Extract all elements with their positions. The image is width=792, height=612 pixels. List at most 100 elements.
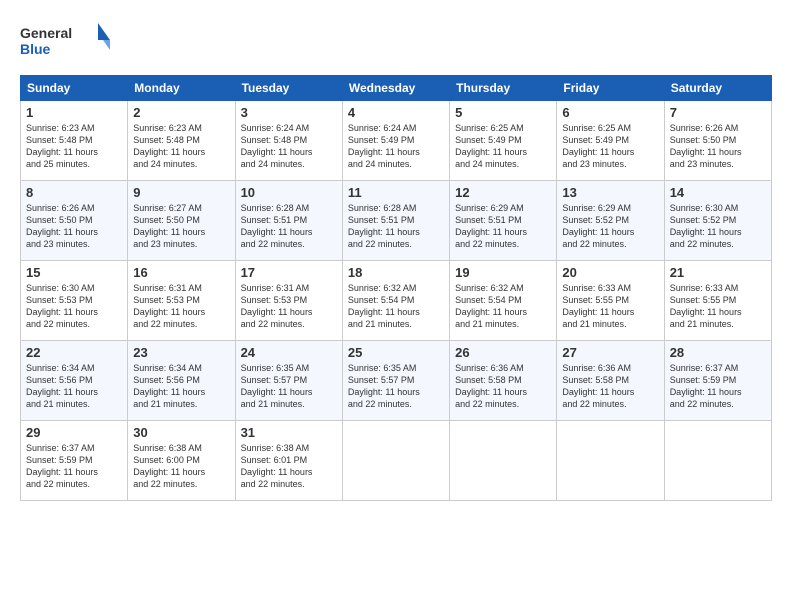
- day-number: 11: [348, 185, 444, 200]
- day-number: 23: [133, 345, 229, 360]
- calendar-cell: 10 Sunrise: 6:28 AM Sunset: 5:51 PM Dayli…: [235, 181, 342, 261]
- calendar-cell: 3Sunrise: 6:24 AM Sunset: 5:48 PM Daylig…: [235, 101, 342, 181]
- page-container: General Blue SundayMondayTuesdayWednesda…: [0, 0, 792, 612]
- day-number: 26: [455, 345, 551, 360]
- calendar-cell: [450, 421, 557, 501]
- calendar-cell: 22Sunrise: 6:34 AM Sunset: 5:56 PM Dayli…: [21, 341, 128, 421]
- day-info: Sunrise: 6:38 AM Sunset: 6:00 PM Dayligh…: [133, 442, 229, 491]
- day-info: Sunrise: 6:28 AM Sunset: 5:51 PM Dayligh…: [241, 202, 337, 251]
- calendar-table: SundayMondayTuesdayWednesdayThursdayFrid…: [20, 75, 772, 501]
- day-number: 14: [670, 185, 766, 200]
- calendar-cell: 12 Sunrise: 6:29 AM Sunset: 5:51 PM Dayli…: [450, 181, 557, 261]
- day-info: Sunrise: 6:38 AM Sunset: 6:01 PM Dayligh…: [241, 442, 337, 491]
- day-info: Sunrise: 6:26 AM Sunset: 5:50 PM Dayligh…: [670, 122, 766, 171]
- day-number: 6: [562, 105, 658, 120]
- day-number: 17: [241, 265, 337, 280]
- day-info: Sunrise: 6:35 AM Sunset: 5:57 PM Dayligh…: [348, 362, 444, 411]
- col-header-monday: Monday: [128, 76, 235, 101]
- day-info: Sunrise: 6:31 AM Sunset: 5:53 PM Dayligh…: [133, 282, 229, 331]
- logo-svg: General Blue: [20, 20, 110, 65]
- calendar-cell: 25 Sunrise: 6:35 AM Sunset: 5:57 PM Dayli…: [342, 341, 449, 421]
- day-number: 13: [562, 185, 658, 200]
- col-header-friday: Friday: [557, 76, 664, 101]
- calendar-cell: 21Sunrise: 6:33 AM Sunset: 5:55 PM Dayli…: [664, 261, 771, 341]
- calendar-cell: 23 Sunrise: 6:34 AM Sunset: 5:56 PM Dayli…: [128, 341, 235, 421]
- day-info: Sunrise: 6:29 AM Sunset: 5:51 PM Dayligh…: [455, 202, 551, 251]
- day-number: 20: [562, 265, 658, 280]
- day-number: 30: [133, 425, 229, 440]
- calendar-cell: 14Sunrise: 6:30 AM Sunset: 5:52 PM Dayli…: [664, 181, 771, 261]
- day-number: 1: [26, 105, 122, 120]
- day-number: 2: [133, 105, 229, 120]
- calendar-header-row: SundayMondayTuesdayWednesdayThursdayFrid…: [21, 76, 772, 101]
- day-number: 9: [133, 185, 229, 200]
- calendar-cell: 27 Sunrise: 6:36 AM Sunset: 5:58 PM Dayli…: [557, 341, 664, 421]
- calendar-cell: 24Sunrise: 6:35 AM Sunset: 5:57 PM Dayli…: [235, 341, 342, 421]
- calendar-week-2: 8Sunrise: 6:26 AM Sunset: 5:50 PM Daylig…: [21, 181, 772, 261]
- day-number: 8: [26, 185, 122, 200]
- day-number: 18: [348, 265, 444, 280]
- day-info: Sunrise: 6:27 AM Sunset: 5:50 PM Dayligh…: [133, 202, 229, 251]
- calendar-cell: 16 Sunrise: 6:31 AM Sunset: 5:53 PM Dayli…: [128, 261, 235, 341]
- day-info: Sunrise: 6:36 AM Sunset: 5:58 PM Dayligh…: [455, 362, 551, 411]
- day-info: Sunrise: 6:23 AM Sunset: 5:48 PM Dayligh…: [26, 122, 122, 171]
- day-info: Sunrise: 6:34 AM Sunset: 5:56 PM Dayligh…: [133, 362, 229, 411]
- calendar-cell: 4 Sunrise: 6:24 AM Sunset: 5:49 PM Daylig…: [342, 101, 449, 181]
- day-number: 21: [670, 265, 766, 280]
- day-info: Sunrise: 6:37 AM Sunset: 5:59 PM Dayligh…: [26, 442, 122, 491]
- calendar-cell: 29 Sunrise: 6:37 AM Sunset: 5:59 PM Dayli…: [21, 421, 128, 501]
- calendar-cell: 26 Sunrise: 6:36 AM Sunset: 5:58 PM Dayli…: [450, 341, 557, 421]
- calendar-week-3: 15Sunrise: 6:30 AM Sunset: 5:53 PM Dayli…: [21, 261, 772, 341]
- calendar-cell: 20Sunrise: 6:33 AM Sunset: 5:55 PM Dayli…: [557, 261, 664, 341]
- col-header-tuesday: Tuesday: [235, 76, 342, 101]
- day-info: Sunrise: 6:37 AM Sunset: 5:59 PM Dayligh…: [670, 362, 766, 411]
- calendar-cell: [664, 421, 771, 501]
- calendar-cell: 2 Sunrise: 6:23 AM Sunset: 5:48 PM Daylig…: [128, 101, 235, 181]
- calendar-cell: 18 Sunrise: 6:32 AM Sunset: 5:54 PM Dayli…: [342, 261, 449, 341]
- day-info: Sunrise: 6:30 AM Sunset: 5:53 PM Dayligh…: [26, 282, 122, 331]
- col-header-wednesday: Wednesday: [342, 76, 449, 101]
- day-info: Sunrise: 6:32 AM Sunset: 5:54 PM Dayligh…: [348, 282, 444, 331]
- calendar-cell: 1 Sunrise: 6:23 AM Sunset: 5:48 PM Daylig…: [21, 101, 128, 181]
- day-number: 22: [26, 345, 122, 360]
- logo: General Blue: [20, 20, 110, 65]
- day-number: 27: [562, 345, 658, 360]
- day-info: Sunrise: 6:25 AM Sunset: 5:49 PM Dayligh…: [455, 122, 551, 171]
- svg-text:General: General: [20, 25, 72, 41]
- day-number: 3: [241, 105, 337, 120]
- day-number: 25: [348, 345, 444, 360]
- calendar-cell: 15Sunrise: 6:30 AM Sunset: 5:53 PM Dayli…: [21, 261, 128, 341]
- calendar-cell: 8Sunrise: 6:26 AM Sunset: 5:50 PM Daylig…: [21, 181, 128, 261]
- day-number: 5: [455, 105, 551, 120]
- day-info: Sunrise: 6:28 AM Sunset: 5:51 PM Dayligh…: [348, 202, 444, 251]
- calendar-cell: [557, 421, 664, 501]
- calendar-cell: 6Sunrise: 6:25 AM Sunset: 5:49 PM Daylig…: [557, 101, 664, 181]
- day-number: 12: [455, 185, 551, 200]
- day-info: Sunrise: 6:31 AM Sunset: 5:53 PM Dayligh…: [241, 282, 337, 331]
- day-info: Sunrise: 6:23 AM Sunset: 5:48 PM Dayligh…: [133, 122, 229, 171]
- day-number: 28: [670, 345, 766, 360]
- day-number: 24: [241, 345, 337, 360]
- col-header-sunday: Sunday: [21, 76, 128, 101]
- calendar-week-5: 29 Sunrise: 6:37 AM Sunset: 5:59 PM Dayli…: [21, 421, 772, 501]
- calendar-cell: 30 Sunrise: 6:38 AM Sunset: 6:00 PM Dayli…: [128, 421, 235, 501]
- day-number: 4: [348, 105, 444, 120]
- calendar-week-1: 1 Sunrise: 6:23 AM Sunset: 5:48 PM Daylig…: [21, 101, 772, 181]
- calendar-week-4: 22 Sunrise: 6:34 AM Sunset: 5:56 PM Dayli…: [21, 341, 772, 421]
- calendar-cell: 5 Sunrise: 6:25 AM Sunset: 5:49 PM Daylig…: [450, 101, 557, 181]
- calendar-cell: [342, 421, 449, 501]
- calendar-cell: 9 Sunrise: 6:27 AM Sunset: 5:50 PM Daylig…: [128, 181, 235, 261]
- calendar-cell: 11 Sunrise: 6:28 AM Sunset: 5:51 PM Dayli…: [342, 181, 449, 261]
- day-number: 16: [133, 265, 229, 280]
- svg-text:Blue: Blue: [20, 41, 51, 57]
- day-number: 19: [455, 265, 551, 280]
- day-info: Sunrise: 6:36 AM Sunset: 5:58 PM Dayligh…: [562, 362, 658, 411]
- calendar-cell: 7 Sunrise: 6:26 AM Sunset: 5:50 PM Daylig…: [664, 101, 771, 181]
- col-header-thursday: Thursday: [450, 76, 557, 101]
- day-number: 29: [26, 425, 122, 440]
- day-number: 7: [670, 105, 766, 120]
- day-number: 31: [241, 425, 337, 440]
- day-number: 10: [241, 185, 337, 200]
- day-info: Sunrise: 6:24 AM Sunset: 5:49 PM Dayligh…: [348, 122, 444, 171]
- calendar-cell: 13Sunrise: 6:29 AM Sunset: 5:52 PM Dayli…: [557, 181, 664, 261]
